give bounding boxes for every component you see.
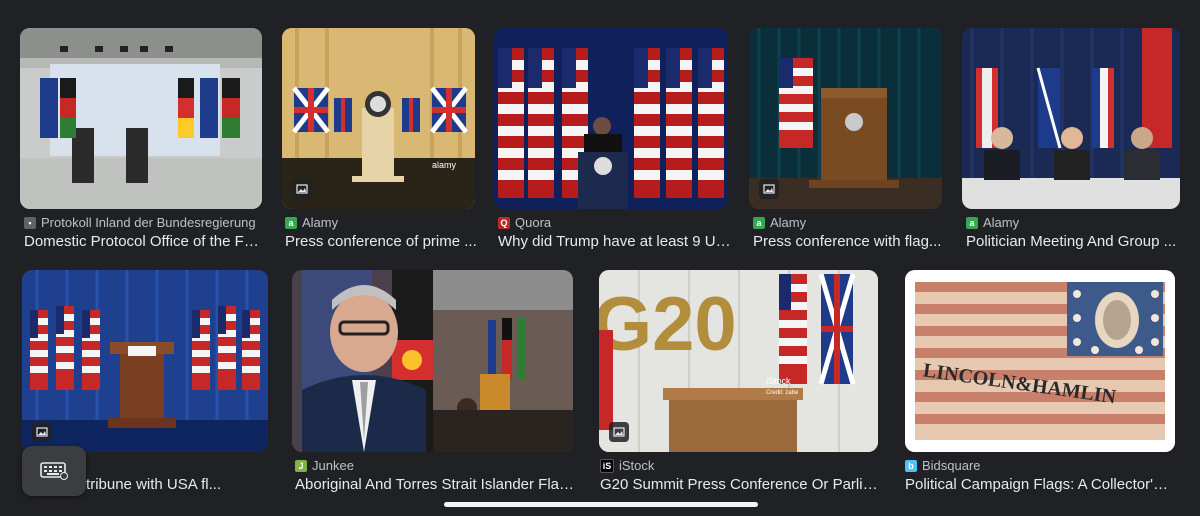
g20-logo-text: G20 [599, 282, 737, 367]
result-title[interactable]: Domestic Protocol Office of the Fe... [24, 233, 264, 250]
press-room-image [20, 28, 262, 209]
image-icon [32, 422, 52, 442]
image-icon [292, 179, 312, 199]
image-icon [759, 179, 779, 199]
source-label: Junkee [312, 458, 354, 473]
campaign-flag-image: LINCOLN&HAMLIN [905, 270, 1175, 452]
result-title[interactable]: G20 Summit Press Conference Or Parlia... [600, 476, 878, 493]
keyboard-button[interactable] [22, 446, 86, 496]
source-label: Alamy [302, 215, 339, 230]
g20-summit-image: G20 iStock Credit: zabe [599, 270, 878, 452]
result-title[interactable]: Political Campaign Flags: A Collector's … [905, 476, 1175, 493]
source-label: Bidsquare [922, 458, 981, 473]
result-thumbnail[interactable] [494, 28, 728, 209]
source-label: Protokoll Inland der Bundesregierung [41, 215, 256, 230]
speaker-tribune-image [22, 270, 268, 452]
junkee-icon: J [295, 459, 307, 472]
flag-icon: ▪ [24, 216, 36, 229]
bidsquare-icon: b [905, 459, 917, 472]
quora-icon: Q [498, 216, 510, 229]
result-thumbnail[interactable] [22, 270, 268, 452]
result-thumbnail[interactable] [749, 28, 942, 209]
result-source: J Junkee [295, 458, 354, 473]
image-icon [609, 422, 629, 442]
result-thumbnail[interactable]: LINCOLN&HAMLIN [905, 270, 1175, 452]
result-thumbnail[interactable] [292, 270, 573, 452]
result-source: a Alamy [966, 215, 1019, 230]
politician-meeting-image [962, 28, 1180, 209]
result-thumbnail[interactable] [20, 28, 262, 209]
source-label: Quora [515, 215, 552, 230]
result-title[interactable]: Aboriginal And Torres Strait Islander Fl… [295, 476, 577, 493]
source-label: Alamy [983, 215, 1020, 230]
alamy-icon: a [966, 216, 978, 229]
result-source: a Alamy [285, 215, 338, 230]
result-thumbnail[interactable]: alamy [282, 28, 475, 209]
result-title[interactable]: Press conference of prime ... [285, 233, 480, 250]
result-source: iS iStock [600, 458, 654, 473]
result-title[interactable]: Press conference with flag... [753, 233, 943, 250]
result-thumbnail[interactable]: G20 iStock Credit: zabe [599, 270, 878, 452]
watermark-text: iStock [766, 376, 791, 386]
watermark-credit: Credit: zabe [766, 390, 799, 396]
flags-podium-image [494, 28, 728, 209]
watermark-text: alamy [432, 160, 457, 170]
result-thumbnail[interactable] [962, 28, 1180, 209]
keyboard-icon [40, 462, 68, 480]
alamy-icon: a [285, 216, 297, 229]
result-title[interactable]: Why did Trump have at least 9 US... [498, 233, 733, 250]
result-source: ▪ Protokoll Inland der Bundesregierung [24, 215, 256, 230]
home-indicator[interactable] [444, 502, 758, 507]
result-source: Q Quora [498, 215, 551, 230]
result-title[interactable]: Politician Meeting And Group ... [966, 233, 1180, 250]
result-source: b Bidsquare [905, 458, 981, 473]
result-source: a Alamy [753, 215, 806, 230]
alamy-icon: a [753, 216, 765, 229]
source-label: Alamy [770, 215, 807, 230]
source-label: iStock [619, 458, 655, 473]
istock-icon: iS [600, 458, 614, 473]
news-split-image [292, 270, 573, 452]
